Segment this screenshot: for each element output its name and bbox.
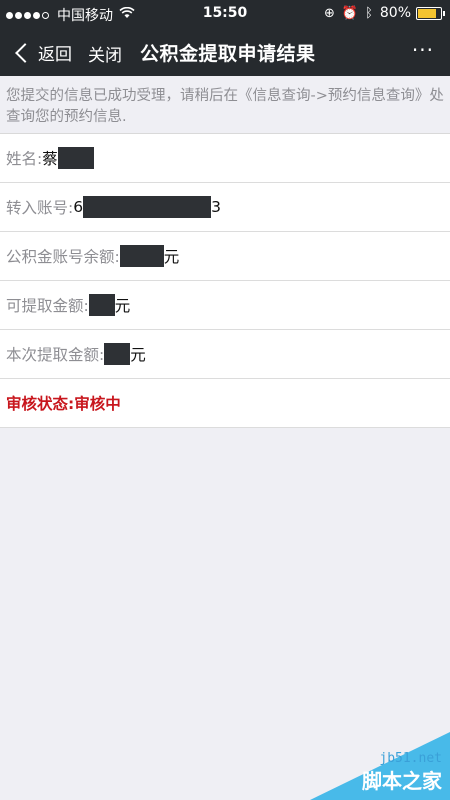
nav-bar: 返回 关闭 公积金提取申请结果 ··· (0, 28, 450, 76)
current-withdrawal-value: 元 (104, 343, 146, 365)
notice-text: 您提交的信息已成功受理，请稍后在《信息查询->预约信息查询》处查询您的预约信息. (6, 88, 444, 125)
current-withdrawal-row: 本次提取金额: 元 (0, 330, 450, 379)
alarm-icon: ⏰ (341, 5, 359, 21)
redaction-mask (119, 245, 164, 267)
battery-icon (416, 6, 445, 20)
current-withdrawal-label: 本次提取金额: (6, 346, 105, 364)
back-label: 返回 (38, 45, 72, 65)
current-withdrawal-unit: 元 (130, 346, 146, 364)
balance-row: 公积金账号余额: 元 (0, 232, 450, 281)
redaction-mask (88, 294, 115, 316)
orientation-lock-icon: ⊕ (323, 5, 335, 21)
withdrawable-unit: 元 (114, 297, 131, 315)
redaction-mask (57, 147, 94, 169)
site-watermark: jb51.net 脚本之家 (290, 730, 450, 800)
name-label: 姓名: (6, 150, 43, 168)
review-status-row: 审核状态: 审核中 (0, 379, 450, 428)
balance-unit: 元 (163, 248, 180, 266)
redaction-mask (83, 196, 212, 218)
watermark-site: jb51.net (379, 751, 442, 766)
chevron-left-icon (15, 42, 35, 63)
name-row: 姓名: 蔡 (0, 134, 450, 183)
back-button[interactable]: 返回 (14, 40, 72, 65)
redaction-mask (104, 343, 131, 365)
page-title: 公积金提取申请结果 (140, 43, 316, 65)
result-list: 姓名: 蔡 转入账号: 6 3 公积金账号余额: 元 可提取金额: 元 本次提取… (0, 133, 450, 428)
battery-percent: 80% (379, 5, 411, 21)
close-button[interactable]: 关闭 (88, 41, 122, 66)
screen: 中国移动 15:50 ⊕ ⏰ ᛒ 80% 返回 关闭 公积金提取申请结果 ··· (0, 0, 450, 800)
balance-label: 公积金账号余额: (6, 248, 120, 266)
account-value-prefix: 6 (73, 198, 84, 216)
status-right: ⊕ ⏰ ᛒ 80% (323, 5, 445, 21)
withdrawable-value: 元 (88, 294, 131, 316)
watermark-name: 脚本之家 (362, 769, 442, 793)
account-label: 转入账号: (6, 199, 74, 217)
withdrawable-row: 可提取金额: 元 (0, 281, 450, 330)
status-bar: 中国移动 15:50 ⊕ ⏰ ᛒ 80% (0, 0, 450, 28)
review-status-label: 审核状态: (6, 395, 75, 413)
balance-value: 元 (119, 245, 180, 267)
account-value-suffix: 3 (211, 198, 221, 216)
withdrawable-label: 可提取金额: (6, 297, 89, 315)
bluetooth-icon: ᛒ (365, 5, 373, 21)
name-value-prefix: 蔡 (42, 150, 58, 168)
more-menu-button[interactable]: ··· (412, 38, 434, 62)
account-row: 转入账号: 6 3 (0, 183, 450, 232)
name-value: 蔡 (42, 147, 94, 169)
account-value: 6 3 (73, 196, 221, 218)
review-status-value: 审核中 (74, 395, 121, 413)
